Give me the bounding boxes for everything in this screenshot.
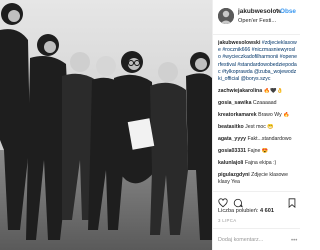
post-photo[interactable] bbox=[0, 0, 212, 250]
comment-item: pigulazgdyni Zdjęcie klasowe klasy Yea bbox=[218, 172, 298, 186]
likes-count[interactable]: Liczba polubień: 4 601 bbox=[218, 208, 274, 214]
heart-icon[interactable] bbox=[218, 195, 228, 208]
comment-item: zachwiejakarolina 🔥🖤👌 bbox=[218, 88, 298, 95]
add-comment-section: ••• bbox=[213, 228, 300, 250]
post-date: 3 LIPCA bbox=[218, 218, 237, 223]
likes-label: Liczba polubień: bbox=[218, 208, 260, 214]
comment-username[interactable]: zachwiejakarolina bbox=[218, 88, 262, 94]
group-photo-image bbox=[0, 0, 212, 250]
comment-item: kreatorkamarek Brawo Wy 🔥 bbox=[218, 112, 298, 119]
comment-item: agata_yyyy Fakt...standardowo bbox=[218, 136, 298, 143]
more-options-icon[interactable]: ••• bbox=[291, 238, 297, 244]
comments-list: jakubwesolowski #zdjecieklasowe #rocznik… bbox=[218, 40, 298, 188]
comment-text: Brawo Wy 🔥 bbox=[258, 112, 290, 119]
post-details-panel: jakubwesolow • Obse Open'er Festi... jak… bbox=[212, 0, 300, 250]
post-header: jakubwesolow • Obse Open'er Festi... bbox=[213, 0, 300, 35]
comment-item: gosia_sawika Czaaaaad bbox=[218, 100, 298, 107]
instagram-post: jakubwesolow • Obse Open'er Festi... jak… bbox=[0, 0, 300, 250]
post-actions-bar bbox=[213, 191, 300, 209]
bookmark-icon[interactable] bbox=[287, 195, 297, 209]
caption-username[interactable]: jakubwesolowski bbox=[218, 40, 260, 46]
comment-username[interactable]: gosia03331 bbox=[218, 148, 246, 154]
comment-text: Fajne 😍 bbox=[247, 148, 269, 155]
comment-item: kalunlajoli Fajna ekipa :) bbox=[218, 160, 298, 167]
post-caption: jakubwesolowski #zdjecieklasowe #rocznik… bbox=[218, 40, 298, 83]
comment-username[interactable]: kreatorkamarek bbox=[218, 112, 257, 118]
location-link[interactable]: Open'er Festi... bbox=[238, 18, 276, 24]
comment-text: Fakt...standardowo bbox=[247, 136, 292, 143]
separator-dot: • bbox=[276, 8, 279, 14]
likes-number: 4 601 bbox=[259, 208, 274, 214]
comment-username[interactable]: gosia_sawika bbox=[218, 100, 251, 106]
comment-text: Fajna ekipa :) bbox=[244, 160, 277, 167]
follow-button[interactable]: Obse bbox=[280, 8, 296, 15]
comment-text: Czaaaaad bbox=[252, 100, 277, 107]
comment-username[interactable]: beatasitko bbox=[218, 124, 244, 130]
comment-username[interactable]: pigulazgdyni bbox=[218, 172, 250, 178]
comment-icon[interactable] bbox=[233, 195, 243, 208]
comment-username[interactable]: kalunlajoli bbox=[218, 160, 243, 166]
username-link[interactable]: jakubwesolow bbox=[238, 8, 281, 15]
comment-text: 🔥🖤👌 bbox=[263, 88, 283, 95]
comment-text: Jest moc 😁 bbox=[245, 124, 274, 131]
comment-username[interactable]: agata_yyyy bbox=[218, 136, 246, 142]
comment-item: beatasitko Jest moc 😁 bbox=[218, 124, 298, 131]
add-comment-input[interactable] bbox=[218, 235, 288, 244]
caption-hashtags[interactable]: #rocznik666 #niczmasniewyroslo #wycieczk… bbox=[218, 47, 297, 82]
avatar[interactable] bbox=[218, 8, 234, 24]
comment-item: gosia03331 Fajne 😍 bbox=[218, 148, 298, 155]
